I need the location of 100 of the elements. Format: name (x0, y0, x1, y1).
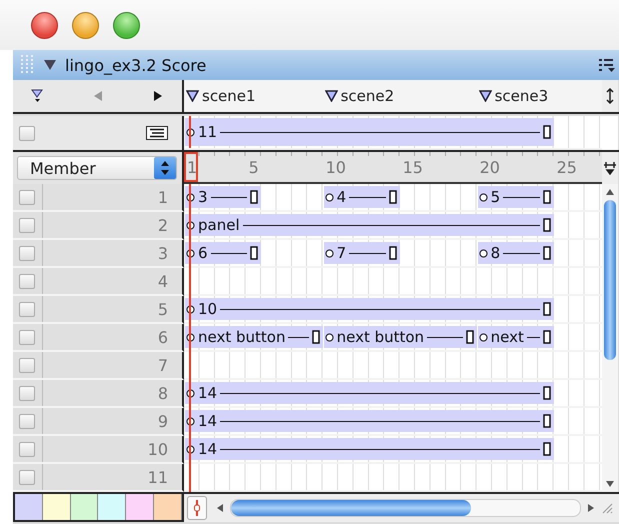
channel-number: 11 (42, 464, 182, 490)
channel-number: 2 (42, 212, 182, 238)
channel-number: 4 (42, 268, 182, 294)
playhead-button[interactable] (187, 496, 207, 520)
channel-number: 7 (42, 352, 182, 378)
channel-toggle[interactable] (19, 330, 35, 344)
channel-toggle[interactable] (19, 302, 35, 316)
sprite-bar[interactable]: 8 (478, 242, 554, 264)
sprite-bar[interactable]: next (478, 326, 554, 348)
sprite-bar[interactable]: 14 (185, 438, 554, 460)
sprite-label: 11 (198, 123, 218, 141)
next-marker-icon[interactable] (153, 90, 163, 102)
channel-toggle[interactable] (19, 470, 35, 484)
channel-toggle[interactable] (19, 442, 35, 456)
sprite-bar[interactable]: 3 (185, 186, 261, 208)
window-title: lingo_ex3.2 Score (65, 56, 208, 74)
sprite-bar[interactable]: next button (185, 326, 323, 348)
script-icon (146, 126, 168, 140)
frame-number: 20 (480, 158, 500, 177)
resize-grip-icon[interactable] (601, 502, 613, 514)
channel-toggle[interactable] (19, 358, 35, 372)
frame-number: 5 (248, 158, 259, 177)
scroll-down-icon[interactable] (605, 480, 615, 488)
playhead-marker[interactable] (184, 152, 198, 182)
sprite-label: 6 (198, 244, 208, 262)
sprite-label: 7 (336, 244, 346, 262)
sprite-label: panel (198, 216, 240, 234)
channel-toggle[interactable] (19, 190, 35, 204)
sprite-start-icon (324, 248, 334, 258)
sprite-end-icon (542, 190, 551, 204)
sprite-label: 14 (198, 412, 218, 430)
color-swatch[interactable] (70, 494, 98, 520)
resize-horizontal-icon[interactable] (603, 161, 617, 175)
sprite-label: 14 (198, 440, 218, 458)
marker-icon (186, 90, 199, 102)
list-menu-icon[interactable] (599, 58, 615, 72)
frame-number: 1 (187, 158, 198, 177)
sprite-bar[interactable]: 6 (185, 242, 261, 264)
channel-number: 9 (42, 408, 182, 434)
stepper-icon (154, 157, 176, 179)
marker-label[interactable]: scene1 (202, 87, 256, 105)
channel-toggle[interactable] (19, 246, 35, 260)
sprite-start-icon (324, 192, 334, 202)
zoom-button[interactable] (113, 12, 140, 38)
sprite-end-icon (466, 330, 474, 344)
scrollbar-thumb[interactable] (604, 200, 616, 360)
color-swatch[interactable] (98, 494, 126, 520)
channel-toggle[interactable] (19, 218, 35, 232)
frame-number: 15 (402, 158, 423, 177)
marker-label[interactable]: scene3 (494, 87, 548, 105)
sprite-label: 3 (198, 188, 208, 206)
channel-toggle[interactable] (19, 126, 35, 140)
marker-icon (478, 90, 492, 102)
sprite-end-icon (312, 330, 320, 344)
color-swatch[interactable] (42, 494, 71, 520)
scrollbar-thumb[interactable] (231, 500, 471, 516)
sprite-label: next (490, 328, 524, 346)
sprite-bar[interactable]: 14 (185, 410, 554, 432)
sprite-end-icon (542, 442, 551, 456)
channel-number: 1 (42, 184, 182, 210)
color-swatch[interactable] (126, 494, 154, 520)
sprite-end-icon (542, 302, 551, 316)
sprite-bar[interactable]: 14 (185, 382, 554, 404)
channel-number: 8 (42, 380, 182, 406)
channel-display-select[interactable]: Member (17, 156, 177, 180)
sprite-bar[interactable]: 5 (478, 186, 554, 208)
sprite-bar[interactable]: panel (185, 214, 554, 236)
playhead-icon (194, 500, 200, 516)
close-button[interactable] (31, 12, 58, 38)
channel-toggle[interactable] (19, 414, 35, 428)
sprite-start-icon (478, 248, 488, 258)
sprite-end-icon (542, 246, 551, 260)
minimize-button[interactable] (72, 12, 99, 38)
sprite-label: 5 (490, 188, 500, 206)
disclosure-triangle-icon[interactable] (43, 59, 57, 71)
channel-toggle[interactable] (19, 386, 35, 400)
color-swatch[interactable] (154, 494, 182, 520)
marker-icon (324, 90, 338, 102)
marker-label[interactable]: scene2 (340, 87, 394, 105)
sprite-label: 10 (198, 300, 218, 318)
channel-toggle[interactable] (19, 274, 35, 288)
scroll-up-icon[interactable] (605, 188, 615, 196)
sprite-end-icon (388, 190, 397, 204)
sprite-label: next button (336, 328, 424, 346)
sprite-end-icon (542, 125, 551, 139)
sprite-bar[interactable]: 4 (324, 186, 400, 208)
sprite-bar[interactable]: 11 (185, 118, 554, 146)
sprite-bar[interactable]: 7 (324, 242, 400, 264)
sprite-bar[interactable]: next button (324, 326, 477, 348)
marker-menu-icon[interactable] (31, 89, 43, 103)
scroll-right-icon[interactable] (587, 503, 595, 513)
scroll-left-icon[interactable] (216, 503, 224, 513)
grip-icon (21, 55, 35, 75)
channel-number: 5 (42, 296, 182, 322)
sprite-bar[interactable]: 10 (185, 298, 554, 320)
color-swatch[interactable] (15, 494, 43, 520)
resize-vertical-icon[interactable] (606, 88, 614, 104)
sprite-end-icon (250, 246, 258, 260)
playhead-line (189, 116, 191, 148)
previous-marker-icon[interactable] (93, 90, 103, 102)
